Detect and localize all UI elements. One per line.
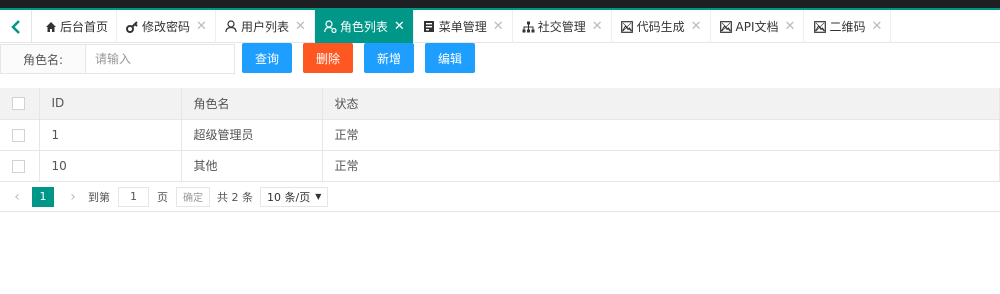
tab-scroll-left-button[interactable] (0, 10, 32, 43)
tab-label: 角色列表 (339, 20, 388, 34)
server-icon (423, 20, 436, 33)
table-row[interactable]: 1 超级管理员 正常 (0, 119, 1000, 151)
next-page-icon[interactable]: › (62, 187, 84, 207)
tab-5[interactable]: 菜单管理 ✕ (414, 10, 513, 43)
column-header-id[interactable]: ID (39, 88, 182, 120)
tab-label: 代码生成 (636, 20, 685, 34)
row-select-cell (0, 150, 40, 182)
tab-6[interactable]: 社交管理 ✕ (513, 10, 612, 43)
tab-9[interactable]: 二维码 ✕ (804, 10, 892, 43)
close-icon[interactable]: ✕ (785, 19, 796, 34)
total-count-label: 共 2 条 (217, 190, 253, 204)
close-icon[interactable]: ✕ (493, 19, 504, 34)
page-size-select[interactable]: 10 条/页 ▼ (260, 186, 329, 207)
row-checkbox[interactable] (12, 128, 25, 142)
table-header-row: ID 角色名 状态 (0, 88, 1000, 120)
add-button[interactable]: 新增 (364, 43, 414, 73)
close-icon[interactable]: ✕ (394, 19, 405, 34)
sitemap-icon (522, 20, 535, 33)
tab-label: 二维码 (829, 20, 866, 34)
role-name-label: 角色名: (0, 44, 86, 74)
tab-2[interactable]: 修改密码 ✕ (117, 10, 216, 43)
role-table: ID 角色名 状态 1 超级管理员 正常 10 其他 正常 (0, 88, 1000, 182)
image-icon (720, 20, 733, 33)
goto-confirm-button[interactable]: 确定 (176, 186, 210, 207)
cell-id: 10 (39, 150, 182, 182)
close-icon[interactable]: ✕ (196, 19, 207, 34)
tab-1[interactable]: 后台首页 (33, 10, 118, 43)
home-icon (44, 20, 57, 33)
tab-8[interactable]: API文档 ✕ (711, 10, 805, 43)
cell-id: 1 (39, 119, 182, 151)
image-icon (813, 20, 826, 33)
tab-label: API文档 (735, 20, 779, 34)
cell-status: 正常 (322, 119, 1000, 151)
user-icon (225, 20, 238, 33)
image-icon (621, 20, 634, 33)
top-dark-bar (0, 0, 1000, 8)
goto-page-input[interactable] (118, 186, 149, 207)
select-all-cell (0, 88, 40, 120)
goto-prefix-label: 到第 (88, 190, 110, 204)
prev-page-icon[interactable]: ‹ (6, 187, 28, 207)
tab-7[interactable]: 代码生成 ✕ (612, 10, 711, 43)
cell-status: 正常 (322, 150, 1000, 182)
goto-suffix-label: 页 (157, 190, 168, 204)
column-header-role-name[interactable]: 角色名 (181, 88, 323, 120)
close-icon[interactable]: ✕ (871, 19, 882, 34)
cell-role-name: 超级管理员 (181, 119, 323, 151)
chevron-left-icon (10, 19, 20, 34)
row-checkbox[interactable] (12, 159, 25, 173)
delete-button[interactable]: 删除 (303, 43, 353, 73)
table-row[interactable]: 10 其他 正常 (0, 150, 1000, 182)
tab-label: 用户列表 (240, 20, 289, 34)
cell-role-name: 其他 (181, 150, 323, 182)
tabs: 后台首页 修改密码 ✕ 用户列表 ✕ 角色列表 ✕ 菜单管理 ✕ 社交管理 ✕ 代码生成 ✕ API文档 ✕… (33, 10, 892, 43)
edit-button[interactable]: 编辑 (425, 43, 475, 73)
query-button[interactable]: 查询 (242, 43, 292, 73)
close-icon[interactable]: ✕ (295, 19, 306, 34)
tab-label: 菜单管理 (438, 20, 487, 34)
tab-bar: 后台首页 修改密码 ✕ 用户列表 ✕ 角色列表 ✕ 菜单管理 ✕ 社交管理 ✕ 代码生成 ✕ API文档 ✕… (0, 8, 1000, 43)
role-name-input[interactable] (86, 44, 235, 74)
close-icon[interactable]: ✕ (592, 19, 603, 34)
tab-3[interactable]: 用户列表 ✕ (216, 10, 315, 43)
key-icon (126, 20, 139, 33)
caret-down-icon: ▼ (315, 192, 322, 201)
pagination: ‹ 1 › 到第 页 确定 共 2 条 10 条/页 ▼ (0, 182, 1000, 212)
page-size-value: 10 条/页 (267, 190, 311, 204)
column-header-status[interactable]: 状态 (322, 88, 1000, 120)
select-all-checkbox[interactable] (12, 97, 25, 111)
user-role-icon (324, 20, 337, 33)
current-page-button[interactable]: 1 (32, 186, 54, 207)
tab-label: 修改密码 (142, 20, 191, 34)
search-bar: 角色名: 查询 删除 新增 编辑 (0, 43, 1000, 77)
tab-label: 社交管理 (537, 20, 586, 34)
tab-label: 后台首页 (60, 20, 109, 34)
tab-4[interactable]: 角色列表 ✕ (314, 10, 414, 43)
close-icon[interactable]: ✕ (691, 19, 702, 34)
row-select-cell (0, 119, 40, 151)
